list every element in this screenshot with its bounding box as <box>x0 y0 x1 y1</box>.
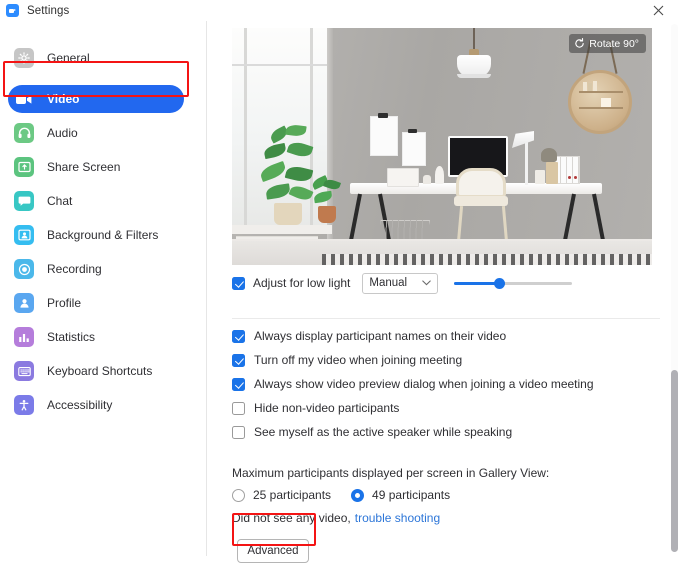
gallery-view-radio-group: 25 participants 49 participants <box>232 488 470 502</box>
rotate-90-label: Rotate 90° <box>589 37 639 50</box>
radio-49-participants-label: 49 participants <box>372 488 451 502</box>
sidebar-item-profile[interactable]: Profile <box>8 289 184 317</box>
window-title: Settings <box>27 4 70 17</box>
sidebar-item-label: Background & Filters <box>47 228 159 242</box>
option-row-display-participant-names[interactable]: Always display participant names on thei… <box>232 324 662 348</box>
sidebar-item-label: Statistics <box>47 330 96 344</box>
sidebar-item-keyboard-shortcuts[interactable]: Keyboard Shortcuts <box>8 357 184 385</box>
slider-thumb[interactable] <box>493 278 505 289</box>
adjust-low-light-label: Adjust for low light <box>253 276 351 290</box>
sidebar-item-general[interactable]: General <box>8 44 184 72</box>
sidebar-item-share-screen[interactable]: Share Screen <box>8 153 184 181</box>
close-button[interactable] <box>636 0 680 21</box>
chat-bubble-icon <box>14 191 34 211</box>
rotate-90-button[interactable]: Rotate 90° <box>569 34 646 53</box>
sidebar-item-chat[interactable]: Chat <box>8 187 184 215</box>
gear-icon <box>14 48 34 68</box>
chevron-down-icon <box>422 280 432 286</box>
option-label: Turn off my video when joining meeting <box>254 353 463 367</box>
low-light-mode-value: Manual <box>369 277 408 289</box>
option-row-hide-non-video-participants[interactable]: Hide non-video participants <box>232 396 662 420</box>
option-label: Hide non-video participants <box>254 401 400 415</box>
person-frame-icon <box>14 225 34 245</box>
section-divider <box>232 318 660 319</box>
low-light-row: Adjust for low light Manual <box>232 272 662 294</box>
sidebar-item-label: Chat <box>47 194 73 208</box>
zoom-logo-icon <box>6 4 19 17</box>
sidebar-item-label: Keyboard Shortcuts <box>47 364 153 378</box>
record-icon <box>14 259 34 279</box>
sidebar-item-label: Accessibility <box>47 398 113 412</box>
settings-sidebar: General Video Audio Share Screen Chat Ba… <box>0 21 207 556</box>
radio-25-participants-label: 25 participants <box>253 488 332 502</box>
close-icon <box>653 5 663 16</box>
low-light-mode-select[interactable]: Manual <box>362 272 439 294</box>
video-preview[interactable]: Rotate 90° <box>232 28 652 265</box>
sidebar-item-audio[interactable]: Audio <box>8 119 184 147</box>
option-checkbox[interactable] <box>232 425 245 439</box>
option-label: Always display participant names on thei… <box>254 329 507 343</box>
title-bar: Settings <box>0 0 680 22</box>
video-options-list: Always display participant names on thei… <box>232 324 662 444</box>
sidebar-item-statistics[interactable]: Statistics <box>8 323 184 351</box>
slider-fill <box>454 282 500 285</box>
option-row-see-myself-active-speaker[interactable]: See myself as the active speaker while s… <box>232 420 662 444</box>
scrollbar-thumb[interactable] <box>671 370 678 552</box>
sidebar-item-recording[interactable]: Recording <box>8 255 184 283</box>
adjust-low-light-checkbox[interactable] <box>232 276 245 290</box>
sidebar-item-accessibility[interactable]: Accessibility <box>8 391 184 419</box>
option-label: See myself as the active speaker while s… <box>254 425 513 439</box>
radio-25-participants[interactable] <box>232 488 245 502</box>
sidebar-item-label: General <box>47 51 90 65</box>
video-preview-scene <box>232 28 652 265</box>
headphones-icon <box>14 123 34 143</box>
option-checkbox[interactable] <box>232 401 245 415</box>
sidebar-item-label: Video <box>47 92 80 106</box>
advanced-button[interactable]: Advanced <box>237 539 309 563</box>
option-label: Always show video preview dialog when jo… <box>254 377 594 391</box>
radio-49-participants[interactable] <box>351 488 365 502</box>
rotate-icon <box>575 38 584 48</box>
option-checkbox[interactable] <box>232 329 245 343</box>
video-settings-panel: Rotate 90° Adjust for low light Manual A… <box>207 21 680 563</box>
accessibility-icon <box>14 395 34 415</box>
share-screen-icon <box>14 157 34 177</box>
gallery-view-label: Maximum participants displayed per scree… <box>232 466 550 480</box>
sidebar-item-label: Profile <box>47 296 82 310</box>
person-icon <box>14 293 34 313</box>
trouble-shooting-row: Did not see any video, trouble shooting <box>232 511 440 525</box>
sidebar-item-video[interactable]: Video <box>8 85 184 113</box>
bar-chart-icon <box>14 327 34 347</box>
keyboard-icon <box>14 361 34 381</box>
trouble-shooting-text: Did not see any video, <box>232 511 351 525</box>
option-row-show-video-preview-dialog[interactable]: Always show video preview dialog when jo… <box>232 372 662 396</box>
option-checkbox[interactable] <box>232 377 245 391</box>
sidebar-item-label: Share Screen <box>47 160 121 174</box>
option-row-turn-off-my-video[interactable]: Turn off my video when joining meeting <box>232 348 662 372</box>
sidebar-item-label: Audio <box>47 126 78 140</box>
trouble-shooting-link[interactable]: trouble shooting <box>355 511 440 525</box>
sidebar-item-background-filters[interactable]: Background & Filters <box>8 221 184 249</box>
video-camera-icon <box>14 89 34 109</box>
sidebar-item-label: Recording <box>47 262 102 276</box>
option-checkbox[interactable] <box>232 353 245 367</box>
low-light-slider[interactable] <box>454 276 573 290</box>
